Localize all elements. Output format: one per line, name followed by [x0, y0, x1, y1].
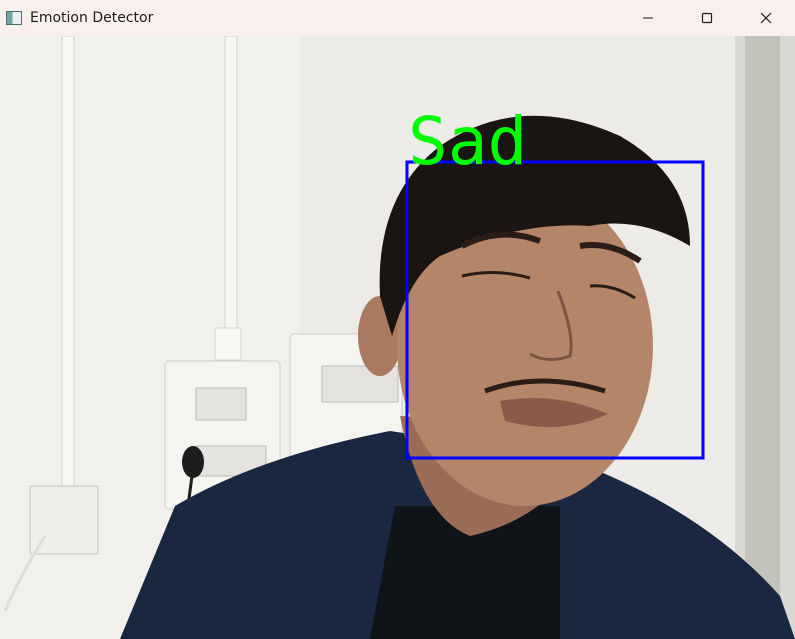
close-icon [760, 12, 771, 24]
emotion-detector-window: Emotion Detector Sad [0, 0, 795, 639]
window-title: Emotion Detector [30, 10, 154, 26]
switches [195, 387, 247, 421]
webcam-feed: Sad [0, 36, 795, 639]
plug [182, 446, 204, 478]
opencv-window-icon [6, 11, 22, 25]
conduit-joint [214, 327, 242, 361]
video-frame: Sad [0, 36, 795, 639]
emotion-label: Sad [408, 103, 527, 180]
window-controls [618, 0, 795, 36]
maximize-icon [701, 12, 712, 24]
minimize-icon [642, 17, 653, 19]
maximize-button[interactable] [677, 0, 736, 36]
close-button[interactable] [736, 0, 795, 36]
title-bar[interactable]: Emotion Detector [0, 0, 795, 36]
wall-conduit [61, 36, 75, 517]
minimize-button[interactable] [618, 0, 677, 36]
wall-conduit [224, 36, 238, 357]
door-frame-post [745, 36, 780, 639]
